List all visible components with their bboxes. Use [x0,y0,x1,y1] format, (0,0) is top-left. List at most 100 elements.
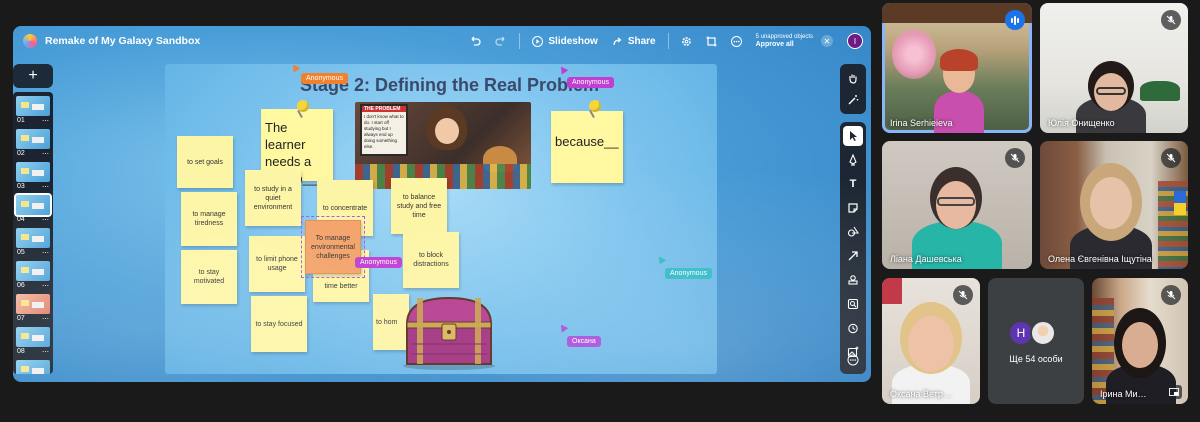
more-tools-button[interactable] [843,350,863,370]
magic-tool-button[interactable] [843,90,863,110]
sticky-note-tool-button[interactable] [843,198,863,218]
current-user-avatar[interactable]: I [847,33,863,49]
sticky-note[interactable]: to block distractions [403,232,459,288]
app-logo-icon[interactable] [23,34,37,48]
toolbar-divider [667,33,669,49]
pin-tile-icon[interactable] [1166,385,1182,399]
participant-tile[interactable]: Юлія Онищенко [1040,3,1188,133]
participant-tile[interactable]: Ірина Ми… [1092,278,1188,404]
sticky-note-because[interactable]: because__ [551,111,623,183]
mic-muted-icon [1161,148,1181,168]
more-options-button[interactable] [725,30,748,52]
sticky-note[interactable]: to balance study and free time [391,178,447,234]
slide-menu-icon[interactable]: ⋯ [42,150,49,158]
dismiss-approval-icon[interactable]: ✕ [821,35,833,47]
problem-illustration[interactable]: THE PROBLEM I don't know what to do. I s… [355,102,531,189]
participant-tile-speaking[interactable]: Irina Serhieieva [882,3,1032,133]
settings-button[interactable] [675,30,698,52]
slide-thumbnail[interactable]: 02 ⋯ [16,129,50,159]
slide-menu-icon[interactable]: ⋯ [42,117,49,125]
participant-tile[interactable]: Ліана Дашевська [882,141,1032,269]
stamp-tool-button[interactable] [843,270,863,290]
slide-number: 04 [17,216,25,223]
wall-decor [882,278,902,304]
slide-thumbnail[interactable]: 07 ⋯ [16,294,50,324]
sticky-note[interactable]: to stay focused [251,296,307,352]
slide-number: 01 [17,117,25,124]
more-participants-tile[interactable]: H Ще 54 особи [988,278,1084,404]
slide-menu-icon[interactable]: ⋯ [42,216,49,224]
crop-button[interactable] [700,30,723,52]
magic-wand-icon [848,95,859,105]
selection-box[interactable] [301,216,365,278]
board-title[interactable]: Remake of My Galaxy Sandbox [45,35,200,47]
slide-menu-icon[interactable]: ⋯ [42,348,49,356]
pen-tool-button[interactable] [843,150,863,170]
slide-menu-icon[interactable]: ⋯ [42,282,49,290]
add-slide-button[interactable]: + [13,64,53,88]
frame-icon [706,36,717,46]
slideshow-button[interactable]: Slideshow [526,30,603,52]
toolbar-divider [519,33,521,49]
slide-number: 08 [17,348,25,355]
participant-tile[interactable]: Олена Євгенівна Іщутіна [1040,141,1188,269]
cursor-pointer-icon [557,322,569,333]
whiteboard-app: Remake of My Galaxy Sandbox Slideshow Sh… [13,26,871,382]
treasure-chest-image[interactable] [397,294,501,370]
participant-hair [940,49,978,71]
slide-thumbnail[interactable]: 05 ⋯ [16,228,50,258]
more-participants-label: Ще 54 особи [1009,354,1063,364]
slide-number: 06 [17,282,25,289]
participant-face [908,316,954,372]
slide-thumbnail[interactable]: 01 ⋯ [16,96,50,126]
more-horizontal-icon [730,35,742,47]
slide-thumbnail[interactable]: 03 ⋯ [16,162,50,192]
problem-sign: THE PROBLEM I don't know what to do. I s… [360,104,408,156]
slide-thumbnail[interactable]: 08 ⋯ [16,327,50,357]
participant-name: Irina Serhieieva [890,118,953,128]
interaction-tools [840,64,866,114]
participant-tile[interactable]: Оксана Ветр… [882,278,980,404]
blossom-tree [892,29,936,79]
text-tool-button[interactable]: T [843,174,863,194]
share-button[interactable]: Share [606,30,662,52]
slide-menu-icon[interactable]: ⋯ [42,249,49,257]
participant-name: Юлія Онищенко [1048,118,1115,128]
participant-name: Ліана Дашевська [890,254,962,264]
arrow-tool-button[interactable] [843,246,863,266]
cursor-label-anonymous: Anonymous [355,257,402,268]
redo-button[interactable] [489,30,513,52]
undo-button[interactable] [463,30,487,52]
shape-tool-button[interactable] [843,222,863,242]
speaking-indicator-icon [1005,10,1025,30]
glasses [937,197,975,206]
cursor-label-anonymous: Anonymous [665,268,712,279]
sticky-note[interactable]: to set goals [177,136,233,188]
approve-all-link[interactable]: Approve all [756,41,813,49]
cursor-label-anonymous: Anonymous [301,73,348,84]
slide-thumbnail-active[interactable]: 04 ⋯ [14,193,52,225]
unapproved-count: 5 unapproved objects [755,34,813,40]
image-search-tool-button[interactable] [843,294,863,314]
slide-canvas[interactable]: Stage 2: Defining the Real Problem The l… [165,64,717,374]
slide-menu-icon[interactable]: ⋯ [42,315,49,323]
slide-thumbnail[interactable]: 06 ⋯ [16,261,50,291]
approval-panel: 5 unapproved objects Approve all [756,33,813,49]
mic-muted-icon [1161,10,1181,30]
sticky-note[interactable]: to limit phone usage [249,236,305,292]
sticky-note[interactable]: to stay motivated [181,250,237,304]
sticky-note[interactable]: to study in a quiet environment [245,170,301,226]
sticky-note[interactable]: to manage tiredness [181,192,237,246]
slide-menu-icon[interactable]: ⋯ [42,183,49,191]
participant-face [1090,177,1132,229]
cursor-pointer-icon [557,64,569,75]
slide-thumbnail[interactable] [16,360,50,374]
glasses [1096,87,1126,95]
screen: Remake of My Galaxy Sandbox Slideshow Sh… [0,0,1200,422]
slide-thumbnail-strip[interactable]: 01 ⋯ 02 ⋯ 03 ⋯ 04 ⋯ 05 ⋯ 06 ⋯ 07 ⋯ 08 ⋯ [13,92,53,374]
timer-tool-button[interactable] [843,318,863,338]
plant [1140,81,1180,101]
participant-name: Олена Євгенівна Іщутіна [1048,254,1152,264]
hand-tool-button[interactable] [843,68,863,88]
select-tool-button[interactable] [843,126,863,146]
